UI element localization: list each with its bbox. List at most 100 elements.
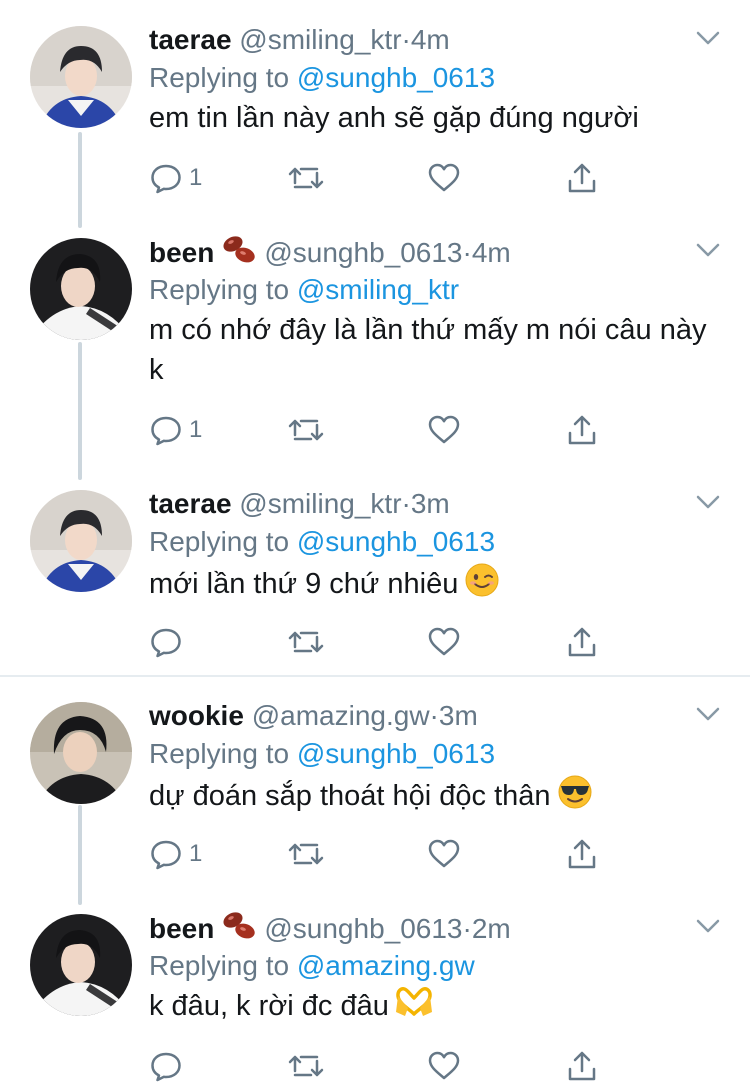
- chevron-down-icon[interactable]: [694, 492, 722, 512]
- mention-link[interactable]: @amazing.gw: [297, 950, 475, 981]
- tweet-actions: 1: [149, 410, 619, 450]
- avatar[interactable]: [30, 26, 132, 128]
- tweet-header: taerae @smiling_ktr·4m: [149, 20, 450, 60]
- mention-link[interactable]: @sunghb_0613: [297, 526, 495, 557]
- reply-button[interactable]: 1: [149, 158, 202, 198]
- tweet-text-content: em tin lần này anh sẽ gặp đúng người: [149, 102, 639, 134]
- tweet-text: k đâu, k rời đc đâu: [149, 986, 709, 1029]
- share-icon: [568, 163, 596, 193]
- heart-icon: [428, 163, 460, 192]
- retweet-button[interactable]: [287, 1046, 325, 1086]
- replying-to: Replying to @amazing.gw: [149, 946, 475, 986]
- retweet-button[interactable]: [287, 834, 325, 874]
- tweet-text: m có nhớ đây là lần thứ mấy m nói câu nà…: [149, 310, 709, 390]
- heart-icon: [428, 627, 460, 656]
- tweet-actions: [149, 622, 619, 662]
- reply-count: 1: [189, 164, 203, 191]
- tweet[interactable]: been @sunghb_0613·4m Replying to @smilin…: [0, 232, 750, 480]
- user-handle[interactable]: @sunghb_0613: [264, 237, 462, 268]
- reply-icon: [151, 164, 181, 194]
- retweet-button[interactable]: [287, 158, 325, 198]
- display-name[interactable]: taerae: [149, 488, 232, 519]
- tweet-header: wookie @amazing.gw·3m: [149, 696, 478, 736]
- tweet-header: taerae @smiling_ktr·3m: [149, 484, 450, 524]
- avatar[interactable]: [30, 490, 132, 592]
- user-handle[interactable]: @sunghb_0613: [264, 913, 462, 944]
- user-handle[interactable]: @smiling_ktr: [239, 24, 401, 55]
- mention-link[interactable]: @sunghb_0613: [297, 738, 495, 769]
- retweet-icon: [288, 167, 324, 189]
- retweet-button[interactable]: [287, 622, 325, 662]
- reply-button[interactable]: [149, 622, 189, 662]
- replying-to: Replying to @sunghb_0613: [149, 58, 495, 98]
- tweet[interactable]: taerae @smiling_ktr·3m Replying to @sung…: [0, 484, 750, 664]
- tweet-text: mới lần thứ 9 chứ nhiêu: [149, 562, 709, 609]
- separator-dot: ·: [401, 24, 411, 55]
- mention-link[interactable]: @smiling_ktr: [297, 274, 459, 305]
- reply-button[interactable]: 1: [149, 834, 202, 874]
- reply-icon: [151, 1052, 181, 1082]
- reply-count: 1: [189, 416, 203, 443]
- timestamp[interactable]: 3m: [411, 488, 450, 519]
- mention-link[interactable]: @sunghb_0613: [297, 62, 495, 93]
- reply-button[interactable]: [149, 1046, 189, 1086]
- separator-dot: ·: [429, 700, 439, 731]
- share-icon: [568, 1051, 596, 1081]
- tweet[interactable]: taerae @smiling_ktr·4m Replying to @sung…: [0, 20, 750, 220]
- tweet-text-content: m có nhớ đây là lần thứ mấy m nói câu nà…: [149, 314, 707, 386]
- retweet-icon: [288, 631, 324, 653]
- share-button[interactable]: [565, 410, 599, 450]
- tweet[interactable]: been @sunghb_0613·2m Replying to @amazin…: [0, 908, 750, 1090]
- replying-to: Replying to @sunghb_0613: [149, 734, 495, 774]
- tweet-text-content: mới lần thứ 9 chứ nhiêu: [149, 568, 459, 601]
- heart-icon: [428, 415, 460, 444]
- user-handle[interactable]: @smiling_ktr: [239, 488, 401, 519]
- avatar[interactable]: [30, 914, 132, 1016]
- like-button[interactable]: [427, 158, 461, 198]
- avatar[interactable]: [30, 702, 132, 804]
- like-button[interactable]: [427, 622, 461, 662]
- replying-to-label: Replying to: [149, 62, 290, 93]
- display-name[interactable]: wookie: [149, 700, 244, 731]
- like-button[interactable]: [427, 410, 461, 450]
- share-icon: [568, 839, 596, 869]
- retweet-button[interactable]: [287, 410, 325, 450]
- chevron-down-icon[interactable]: [694, 240, 722, 260]
- chevron-down-icon[interactable]: [694, 704, 722, 724]
- tweet-actions: 1: [149, 158, 619, 198]
- reply-button[interactable]: 1: [149, 410, 202, 450]
- retweet-icon: [288, 419, 324, 441]
- share-button[interactable]: [565, 834, 599, 874]
- tweet-text-content: dự đoán sắp thoát hội độc thân: [149, 780, 551, 813]
- reply-count: 1: [189, 840, 203, 867]
- timestamp[interactable]: 4m: [411, 24, 450, 55]
- replying-to-label: Replying to: [149, 738, 290, 769]
- share-button[interactable]: [565, 158, 599, 198]
- share-button[interactable]: [565, 1046, 599, 1086]
- timestamp[interactable]: 3m: [439, 700, 478, 731]
- heart-hands-icon: [395, 986, 433, 1029]
- tweet-text: em tin lần này anh sẽ gặp đúng người: [149, 98, 709, 138]
- sunglasses-face-icon: [557, 774, 593, 821]
- display-name[interactable]: taerae: [149, 24, 232, 55]
- user-handle[interactable]: @amazing.gw: [252, 700, 430, 731]
- share-icon: [568, 627, 596, 657]
- timestamp[interactable]: 2m: [472, 913, 511, 944]
- tweet[interactable]: wookie @amazing.gw·3m Replying to @sungh…: [0, 696, 750, 896]
- replying-to: Replying to @smiling_ktr: [149, 270, 459, 310]
- like-button[interactable]: [427, 834, 461, 874]
- display-name[interactable]: been: [149, 913, 214, 944]
- avatar[interactable]: [30, 238, 132, 340]
- chevron-down-icon[interactable]: [694, 916, 722, 936]
- display-name[interactable]: been: [149, 237, 214, 268]
- tweet-text: dự đoán sắp thoát hội độc thân: [149, 774, 709, 821]
- retweet-icon: [288, 843, 324, 865]
- replying-to: Replying to @sunghb_0613: [149, 522, 495, 562]
- share-button[interactable]: [565, 622, 599, 662]
- separator-dot: ·: [401, 488, 411, 519]
- chevron-down-icon[interactable]: [694, 28, 722, 48]
- timestamp[interactable]: 4m: [472, 237, 511, 268]
- separator-dot: ·: [462, 912, 472, 944]
- replying-to-label: Replying to: [149, 526, 290, 557]
- like-button[interactable]: [427, 1046, 461, 1086]
